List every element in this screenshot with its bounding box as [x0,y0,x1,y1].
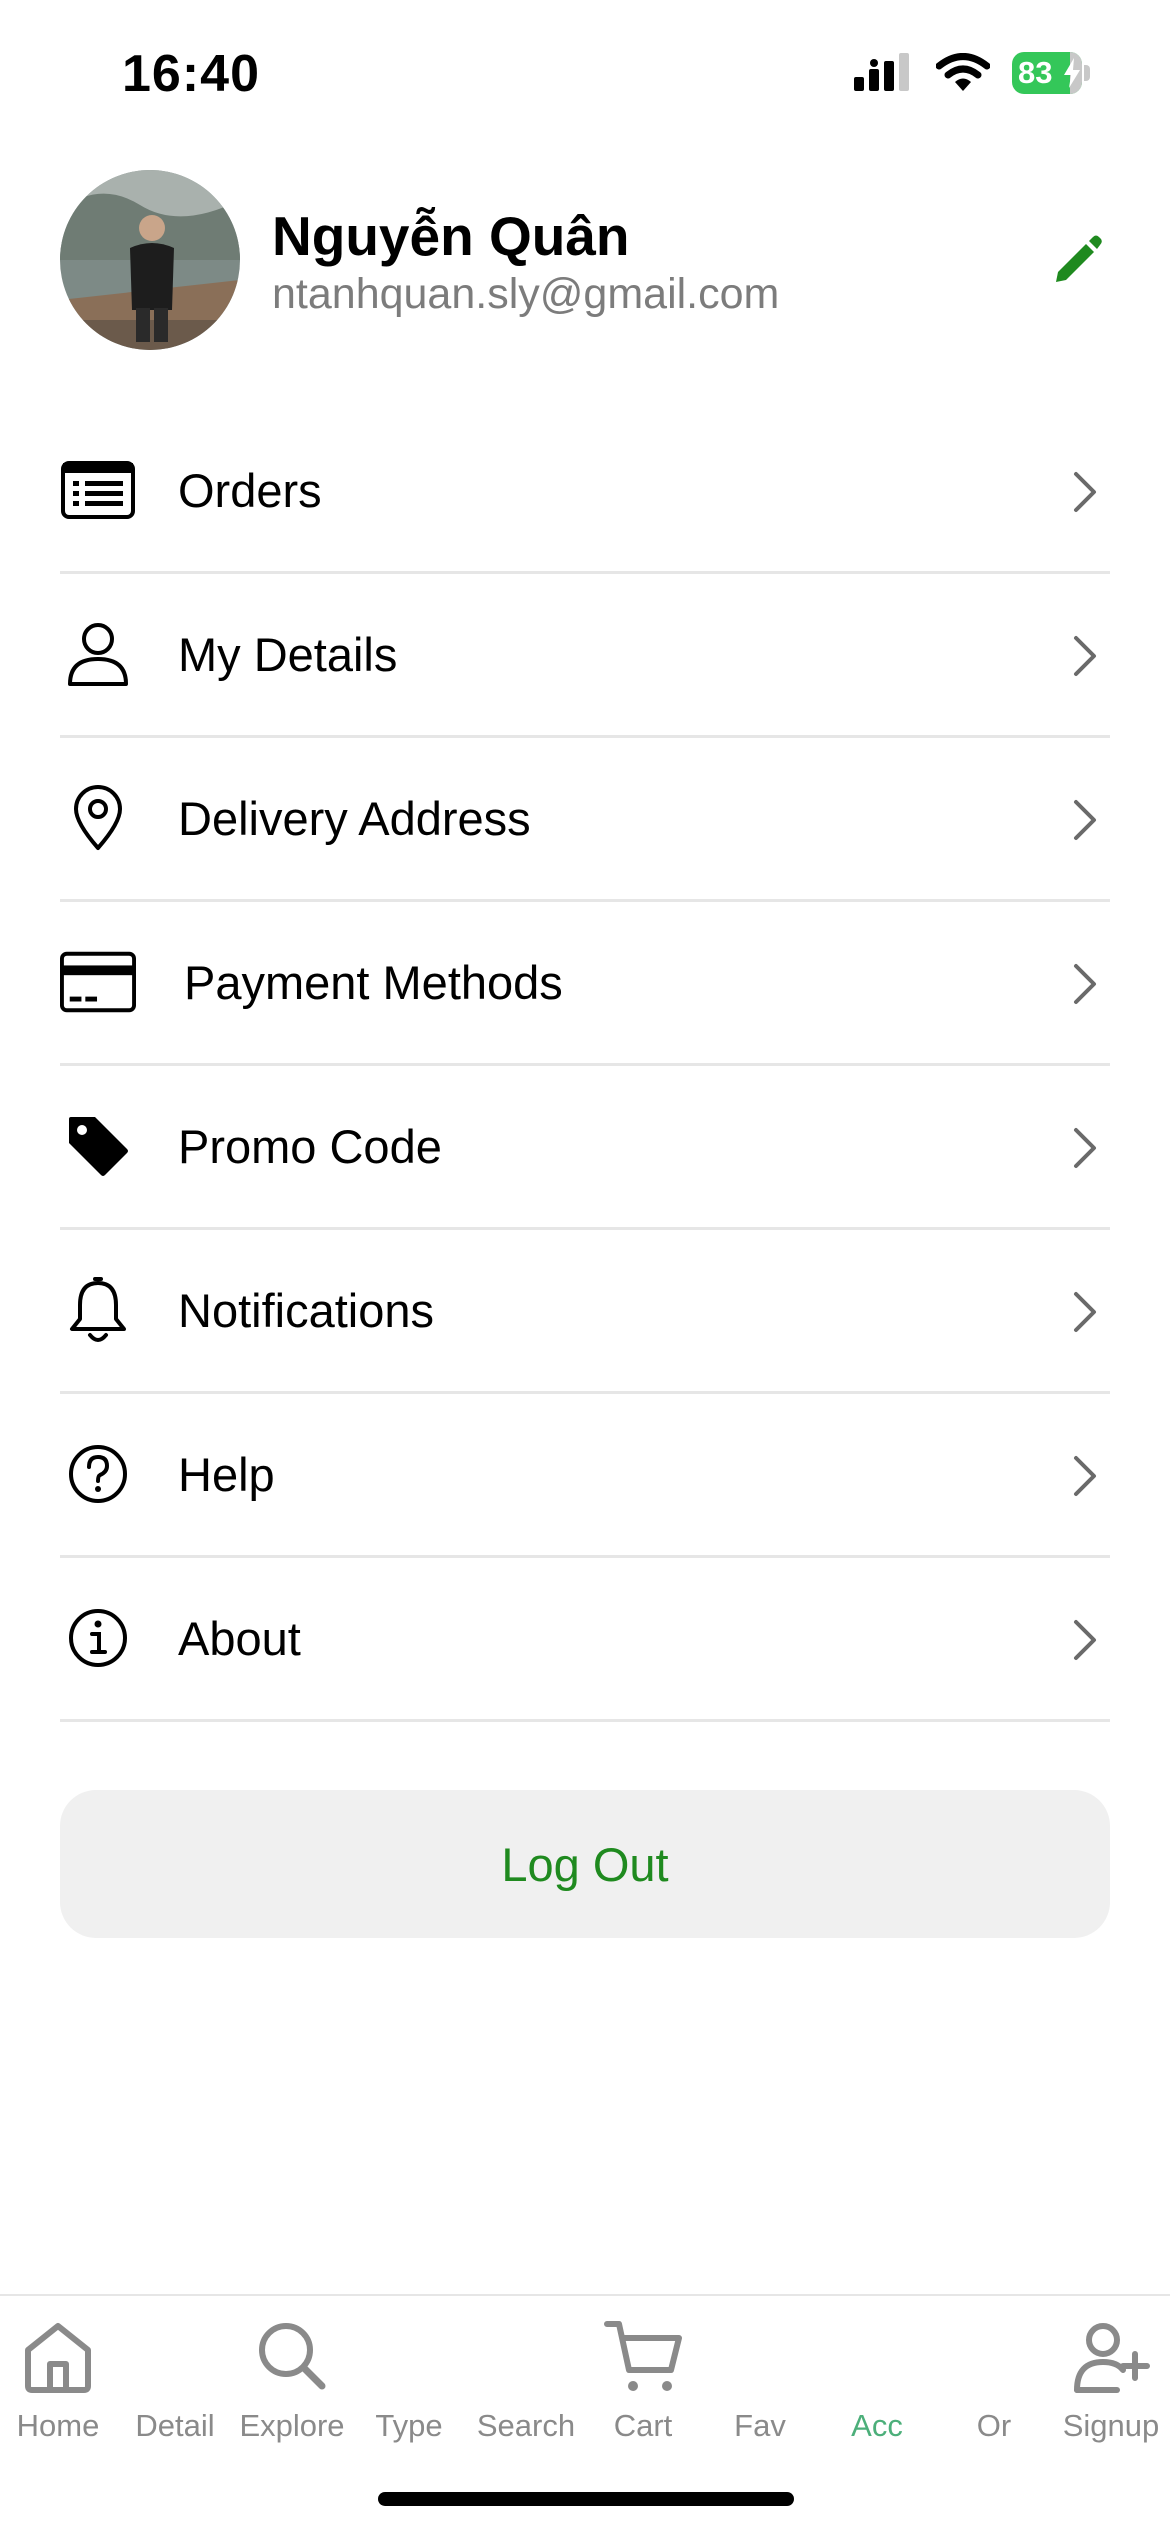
chevron-right-icon [1074,1456,1096,1496]
tag-icon [60,1108,136,1184]
menu-label: Promo Code [178,1120,442,1173]
edit-profile-button[interactable] [1052,232,1102,286]
status-bar: 16:40 83 [0,0,1170,150]
bell-icon [60,1272,136,1348]
add-user-icon [1074,2323,1150,2393]
tab-signup[interactable]: Signup [1053,2296,1169,2456]
menu-item-delivery-address[interactable]: Delivery Address [60,738,1110,902]
logout-button[interactable]: Log Out [60,1790,1110,1938]
signal-icon [854,53,909,91]
menu-label: Payment Methods [184,956,563,1009]
chevron-right-icon [1074,800,1096,840]
cart-icon [604,2321,682,2391]
chevron-right-icon [1074,1292,1096,1332]
menu-label: Help [178,1448,275,1501]
tab-label: Signup [1062,2408,1160,2443]
chevron-right-icon [1074,1620,1096,1660]
chevron-right-icon [1074,1128,1096,1168]
menu-label: Notifications [178,1284,434,1337]
menu-item-notifications[interactable]: Notifications [60,1230,1110,1394]
menu-item-orders[interactable]: Orders [60,410,1110,574]
menu-item-my-details[interactable]: My Details [60,574,1110,738]
battery-level: 83 [1018,55,1053,90]
info-circle-icon [60,1600,136,1676]
search-icon [259,2323,326,2390]
home-indicator [378,2492,794,2506]
menu-label: About [178,1612,301,1665]
account-menu: Orders My Details Delivery Address Payme… [60,410,1110,1722]
logout-label: Log Out [501,1837,669,1891]
menu-label: Orders [178,464,322,517]
chevron-right-icon [1074,636,1096,676]
menu-label: My Details [178,628,398,681]
battery-icon: 83 [1012,52,1090,94]
credit-card-icon [60,944,136,1020]
status-time: 16:40 [122,45,260,103]
wifi-icon [936,53,990,91]
status-icons: 83 [854,52,1090,94]
avatar[interactable] [60,170,240,350]
menu-item-help[interactable]: Help [60,1394,1110,1558]
profile-name: Nguyễn Quân [272,205,630,267]
pencil-icon [1056,235,1102,282]
menu-item-promo-code[interactable]: Promo Code [60,1066,1110,1230]
home-icon [25,2323,91,2393]
help-circle-icon [60,1436,136,1512]
orders-icon [60,452,136,528]
chevron-right-icon [1074,964,1096,1004]
menu-item-payment-methods[interactable]: Payment Methods [60,902,1110,1066]
menu-label: Delivery Address [178,792,531,845]
user-icon [60,616,136,692]
profile-email: ntanhquan.sly@gmail.com [272,270,780,318]
location-pin-icon [60,780,136,856]
chevron-right-icon [1074,472,1096,512]
menu-item-about[interactable]: About [60,1558,1110,1722]
